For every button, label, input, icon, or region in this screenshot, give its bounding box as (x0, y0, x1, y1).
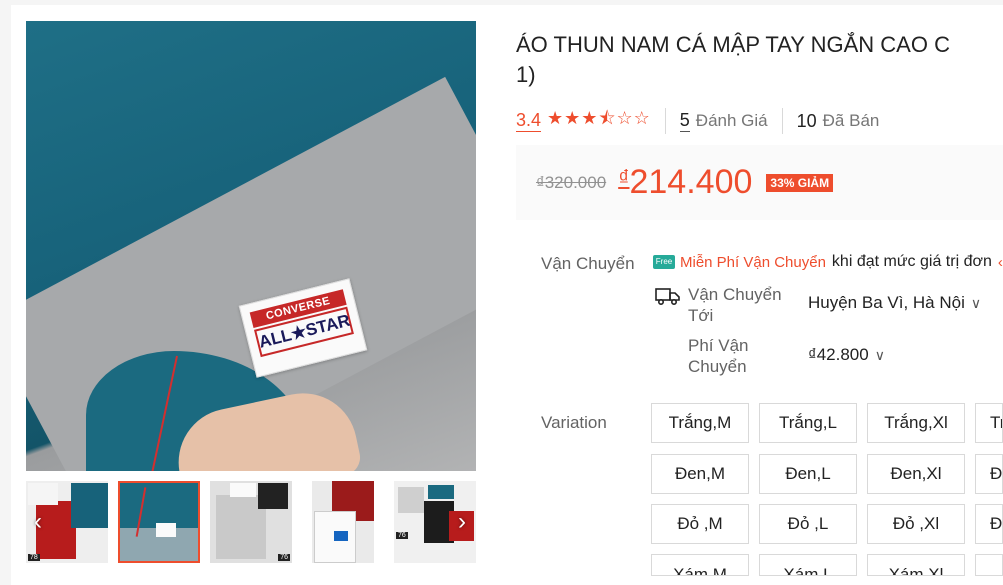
review-count[interactable]: 5 (679, 110, 690, 132)
thumbnail-2[interactable] (118, 481, 200, 563)
free-shipping-row: Free Miễn Phí Vận Chuyển khi đạt mức giá… (653, 253, 1003, 271)
thumbnail-4[interactable] (312, 481, 374, 563)
thumbnail-number: 78 (28, 554, 40, 561)
truck-icon (655, 288, 680, 306)
ship-to-label-line-2: Tới (688, 306, 714, 325)
variation-option[interactable]: Đỏ ,M (651, 504, 749, 544)
divider (781, 108, 783, 134)
shipping-fee-label-line-1: Phí Vận (688, 336, 749, 355)
variation-option[interactable]: Đ (975, 504, 1003, 544)
free-shipping-icon: Free (653, 255, 675, 269)
thumbnail-next-button[interactable]: › (452, 510, 472, 534)
product-title: ÁO THUN NAM CÁ MẬP TAY NGẮN CAO C 1) (516, 30, 1003, 90)
rating-value[interactable]: 3.4 (516, 110, 542, 132)
variation-option[interactable]: Trắng,Xl (867, 403, 965, 443)
thumbnail-strip: 78 76 76 ‹ › (26, 481, 476, 563)
discount-badge: 33% GIẢM (766, 173, 834, 192)
sold-count: 10 (796, 110, 817, 131)
divider (664, 108, 666, 134)
variation-option[interactable]: Trắng,M (651, 403, 749, 443)
free-shipping-edge: ‹ (997, 253, 1003, 271)
ship-to-selector[interactable]: Huyện Ba Vì, Hà Nội ∨ (808, 293, 981, 313)
thumbnail-prev-button[interactable]: ‹ (28, 510, 48, 534)
current-price: ₫214.400 (618, 163, 752, 202)
review-label: Đánh Giá (695, 111, 768, 130)
shipping-fee-label-line-2: Chuyển (688, 357, 747, 376)
thumbnail-number: 76 (396, 532, 408, 539)
variation-option[interactable]: Đ (975, 454, 1003, 494)
variation-option[interactable]: Đen,Xl (867, 454, 965, 494)
variation-option[interactable] (975, 554, 1003, 576)
thumbnail-number: 76 (278, 554, 290, 561)
thumbnail-3[interactable]: 76 (210, 481, 292, 563)
product-title-line-1: ÁO THUN NAM CÁ MẬP TAY NGẮN CAO C (516, 32, 950, 57)
sold-label: Đã Bán (822, 111, 880, 130)
variation-label: Variation (541, 413, 607, 432)
currency-symbol: ₫ (618, 165, 630, 190)
ship-to-label: Vận Chuyển Tới (688, 284, 782, 326)
variation-option[interactable]: Đỏ ,L (759, 504, 857, 544)
variation-option[interactable]: Đen,M (651, 454, 749, 494)
free-shipping-text[interactable]: Miễn Phí Vận Chuyển (680, 254, 826, 271)
product-title-line-2: 1) (516, 62, 536, 87)
empty-stars-icon: ☆☆ (616, 108, 651, 128)
half-star-icon: ⯪ (598, 108, 617, 128)
variation-option[interactable]: Xám,L (759, 554, 857, 576)
product-main-image[interactable]: CONVERSE ALL★STAR (26, 21, 476, 471)
ship-to-value: Huyện Ba Vì, Hà Nội (808, 293, 965, 312)
original-price: ₫320.000 (536, 172, 607, 192)
full-stars-icon: ★★★ (547, 108, 599, 128)
variation-option[interactable]: Tr (975, 403, 1003, 443)
star-rating-icon: ★★★⯪☆☆ (547, 106, 651, 136)
shipping-fee-label: Phí Vận Chuyển (688, 335, 749, 377)
price-box: ₫320.000 ₫214.400 33% GIẢM (516, 145, 1003, 220)
variation-option[interactable]: Đỏ ,Xl (867, 504, 965, 544)
ship-to-label-line-1: Vận Chuyển (688, 285, 782, 304)
shipping-label: Vận Chuyển (541, 254, 635, 273)
variation-option[interactable]: Xám,M (651, 554, 749, 576)
chevron-down-icon: ∨ (874, 346, 885, 363)
current-price-value: 214.400 (629, 163, 753, 201)
variation-option[interactable]: Trắng,L (759, 403, 857, 443)
chevron-down-icon: ∨ (970, 294, 982, 311)
rating-row: 3.4 ★★★⯪☆☆ 5 Đánh Giá 10 Đã Bán (516, 108, 879, 134)
shipping-fee-selector[interactable]: ₫42.800 ∨ (808, 345, 885, 365)
shipping-fee-value: ₫42.800 (808, 345, 869, 364)
free-shipping-condition: khi đạt mức giá trị đơn (831, 253, 992, 270)
variation-option[interactable]: Đen,L (759, 454, 857, 494)
variation-option[interactable]: Xám,Xl (867, 554, 965, 576)
